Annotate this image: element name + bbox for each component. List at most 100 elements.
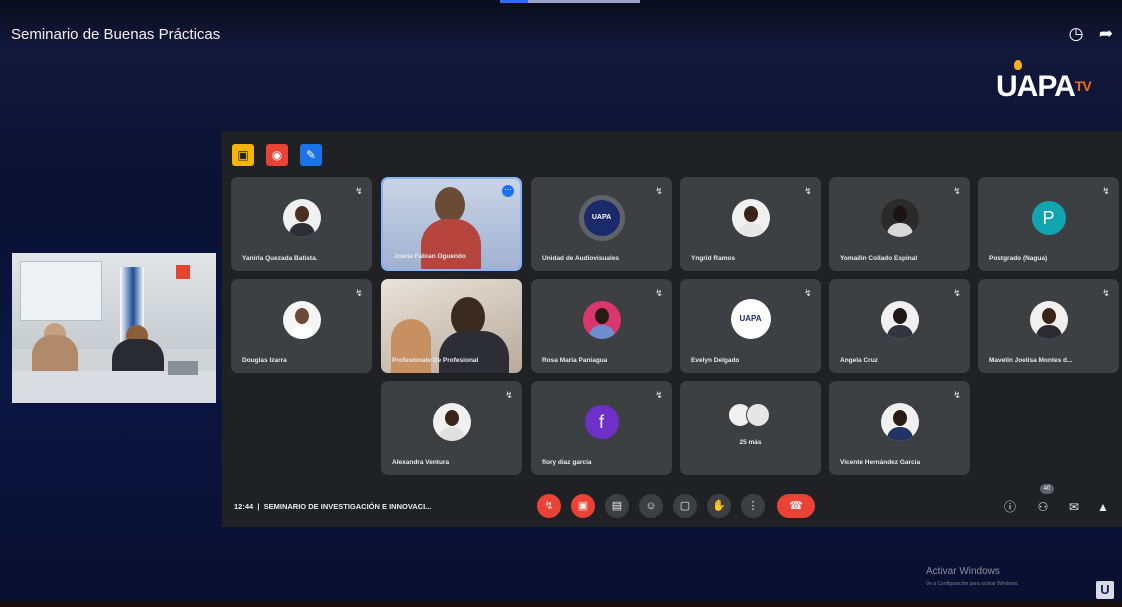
participant-name: Mavelin Joelisa Montes d... [989, 357, 1073, 364]
logo-suffix: TV [1074, 78, 1092, 94]
mic-off-icon: ↯ [355, 186, 363, 196]
participant-tile-speaking[interactable]: ⋯ Joana Fabian Oguendo [381, 177, 522, 271]
letter-avatar: P [1031, 201, 1066, 235]
channel-watermark-logo[interactable]: U [1096, 581, 1114, 599]
chat-icon[interactable]: ✉ [1065, 498, 1083, 516]
people-icon[interactable]: ⚇ [1034, 498, 1052, 516]
avatar [432, 403, 471, 441]
participant-tile[interactable]: ↯ Rosa Maria Paniagua [531, 279, 672, 373]
group-avatar-2 [746, 403, 770, 427]
mic-off-icon: ↯ [953, 390, 961, 400]
participant-tile[interactable]: ↯ Angela Cruz [829, 279, 970, 373]
participant-tile[interactable]: ↯ Yanirla Quezada Batista. [231, 177, 372, 271]
folder-icon[interactable]: ▣ [232, 144, 254, 166]
presenter-1 [32, 335, 78, 375]
participant-tile-more[interactable]: 25 más [680, 381, 821, 475]
participant-name: Angela Cruz [840, 357, 878, 364]
participant-tile[interactable]: ↯ Yngrid Ramos [680, 177, 821, 271]
captions-button[interactable]: ▤ [605, 494, 629, 518]
desk [12, 371, 216, 403]
uapa-logo-avatar: UAPA [578, 195, 625, 241]
speaking-icon: ⋯ [502, 185, 514, 197]
participant-name: Douglas Izarra [242, 357, 287, 364]
mic-off-icon: ↯ [655, 186, 663, 196]
uapa-tv-logo: UAPATV [996, 60, 1092, 104]
activities-icon[interactable]: ▲ [1094, 498, 1112, 516]
participant-tile[interactable]: ↯ Douglas Izarra [231, 279, 372, 373]
activate-windows-subtitle: Ve a Configuración para activar Windows. [926, 581, 1019, 587]
participant-tile[interactable]: Profesionale De Profesional [381, 279, 522, 373]
participant-name: Yngrid Ramos [691, 255, 736, 262]
attendee-shape [391, 319, 431, 373]
mic-off-icon: ↯ [953, 186, 961, 196]
participant-tile[interactable]: ↯ Yomailin Collado Espinal [829, 177, 970, 271]
meeting-title: SEMINARIO DE INVESTIGACIÓN E INNOVACI... [263, 502, 432, 511]
participant-name: Yanirla Quezada Batista. [242, 255, 318, 262]
activate-windows-title: Activar Windows [926, 566, 1000, 577]
mic-off-icon: ↯ [953, 288, 961, 298]
flame-icon [1014, 60, 1022, 70]
participant-name: Yomailin Collado Espinal [840, 255, 918, 262]
participant-name: Evelyn Delgado [691, 357, 740, 364]
mic-off-icon: ↯ [505, 390, 513, 400]
mic-off-button[interactable]: ↯ [537, 494, 561, 518]
uapa-logo-avatar: UAPA [730, 299, 771, 339]
meeting-time: 12:44 [234, 502, 254, 511]
participant-name: Rosa Maria Paniagua [542, 357, 608, 364]
whiteboard-icon[interactable]: ✎ [300, 144, 322, 166]
avatar [880, 301, 919, 339]
people-count-badge: 40 [1040, 484, 1054, 494]
participant-tile[interactable]: ↯ Alexandra Ventura [381, 381, 522, 475]
video-progress-bar[interactable] [500, 0, 640, 3]
participant-name: Unidad de Audiovisuales [542, 255, 620, 262]
participant-name: Postgrado (Nagua) [989, 255, 1048, 262]
wall-panel [20, 261, 102, 321]
speaker-body [421, 219, 481, 269]
avatar [282, 199, 321, 237]
logo-text: UAPA [996, 70, 1076, 103]
more-options-button[interactable]: ⋮ [741, 494, 765, 518]
share-arrow-icon[interactable]: ➦ [1096, 24, 1116, 44]
meet-control-bar: 12:44 | SEMINARIO DE INVESTIGACIÓN E INN… [222, 484, 1122, 526]
avatar [880, 403, 919, 441]
end-call-button[interactable]: ☎ [777, 494, 815, 518]
avatar [880, 199, 919, 237]
participant-name: Profesionale De Profesional [392, 357, 479, 364]
raise-hand-button[interactable]: ✋ [707, 494, 731, 518]
windows-activation-watermark: Activar Windows Ve a Configuración para … [926, 566, 1019, 590]
avatar [731, 199, 770, 237]
mic-off-icon: ↯ [804, 288, 812, 298]
room-camera-feed [12, 253, 216, 403]
avatar [282, 301, 321, 339]
camera-off-button[interactable]: ▣ [571, 494, 595, 518]
participant-name: Alexandra Ventura [392, 459, 450, 466]
laptop [168, 361, 198, 375]
meeting-info: 12:44 | SEMINARIO DE INVESTIGACIÓN E INN… [234, 502, 431, 511]
participant-tile[interactable]: ↯ Vicente Hernández Garcia [829, 381, 970, 475]
video-player[interactable]: Seminario de Buenas Prácticas ◷ ➦ UAPATV… [0, 0, 1122, 607]
mic-off-icon: ↯ [655, 288, 663, 298]
participant-tile[interactable]: ↯ UAPA Unidad de Audiovisuales [531, 177, 672, 271]
attendee-body [439, 331, 509, 373]
mic-off-icon: ↯ [1102, 186, 1110, 196]
participant-name: flory diaz garcia [542, 459, 592, 466]
emoji-button[interactable]: ☺ [639, 494, 663, 518]
video-title[interactable]: Seminario de Buenas Prácticas [11, 26, 220, 43]
present-button[interactable]: ▢ [673, 494, 697, 518]
participant-tile[interactable]: ↯ P Postgrado (Nagua) [978, 177, 1119, 271]
participant-tile[interactable]: ↯ f flory diaz garcia [531, 381, 672, 475]
meeting-separator: | [257, 502, 260, 511]
mic-off-icon: ↯ [655, 390, 663, 400]
participant-tile[interactable]: ↯ UAPA Evelyn Delgado [680, 279, 821, 373]
clock-icon[interactable]: ◷ [1066, 24, 1086, 44]
more-participants-label: 25 más [739, 439, 762, 446]
avatar [582, 301, 621, 339]
info-icon[interactable]: ⓘ [1001, 498, 1019, 516]
mic-off-icon: ↯ [1102, 288, 1110, 298]
participant-name: Vicente Hernández Garcia [840, 459, 921, 466]
participant-tile[interactable]: ↯ Mavelin Joelisa Montes d... [978, 279, 1119, 373]
record-icon[interactable]: ◉ [266, 144, 288, 166]
meet-window: ▣ ◉ ✎ ↯ Yanirla Quezada Batista. ⋯ Joana… [222, 131, 1122, 527]
wall-sign [176, 265, 190, 279]
mic-off-icon: ↯ [355, 288, 363, 298]
